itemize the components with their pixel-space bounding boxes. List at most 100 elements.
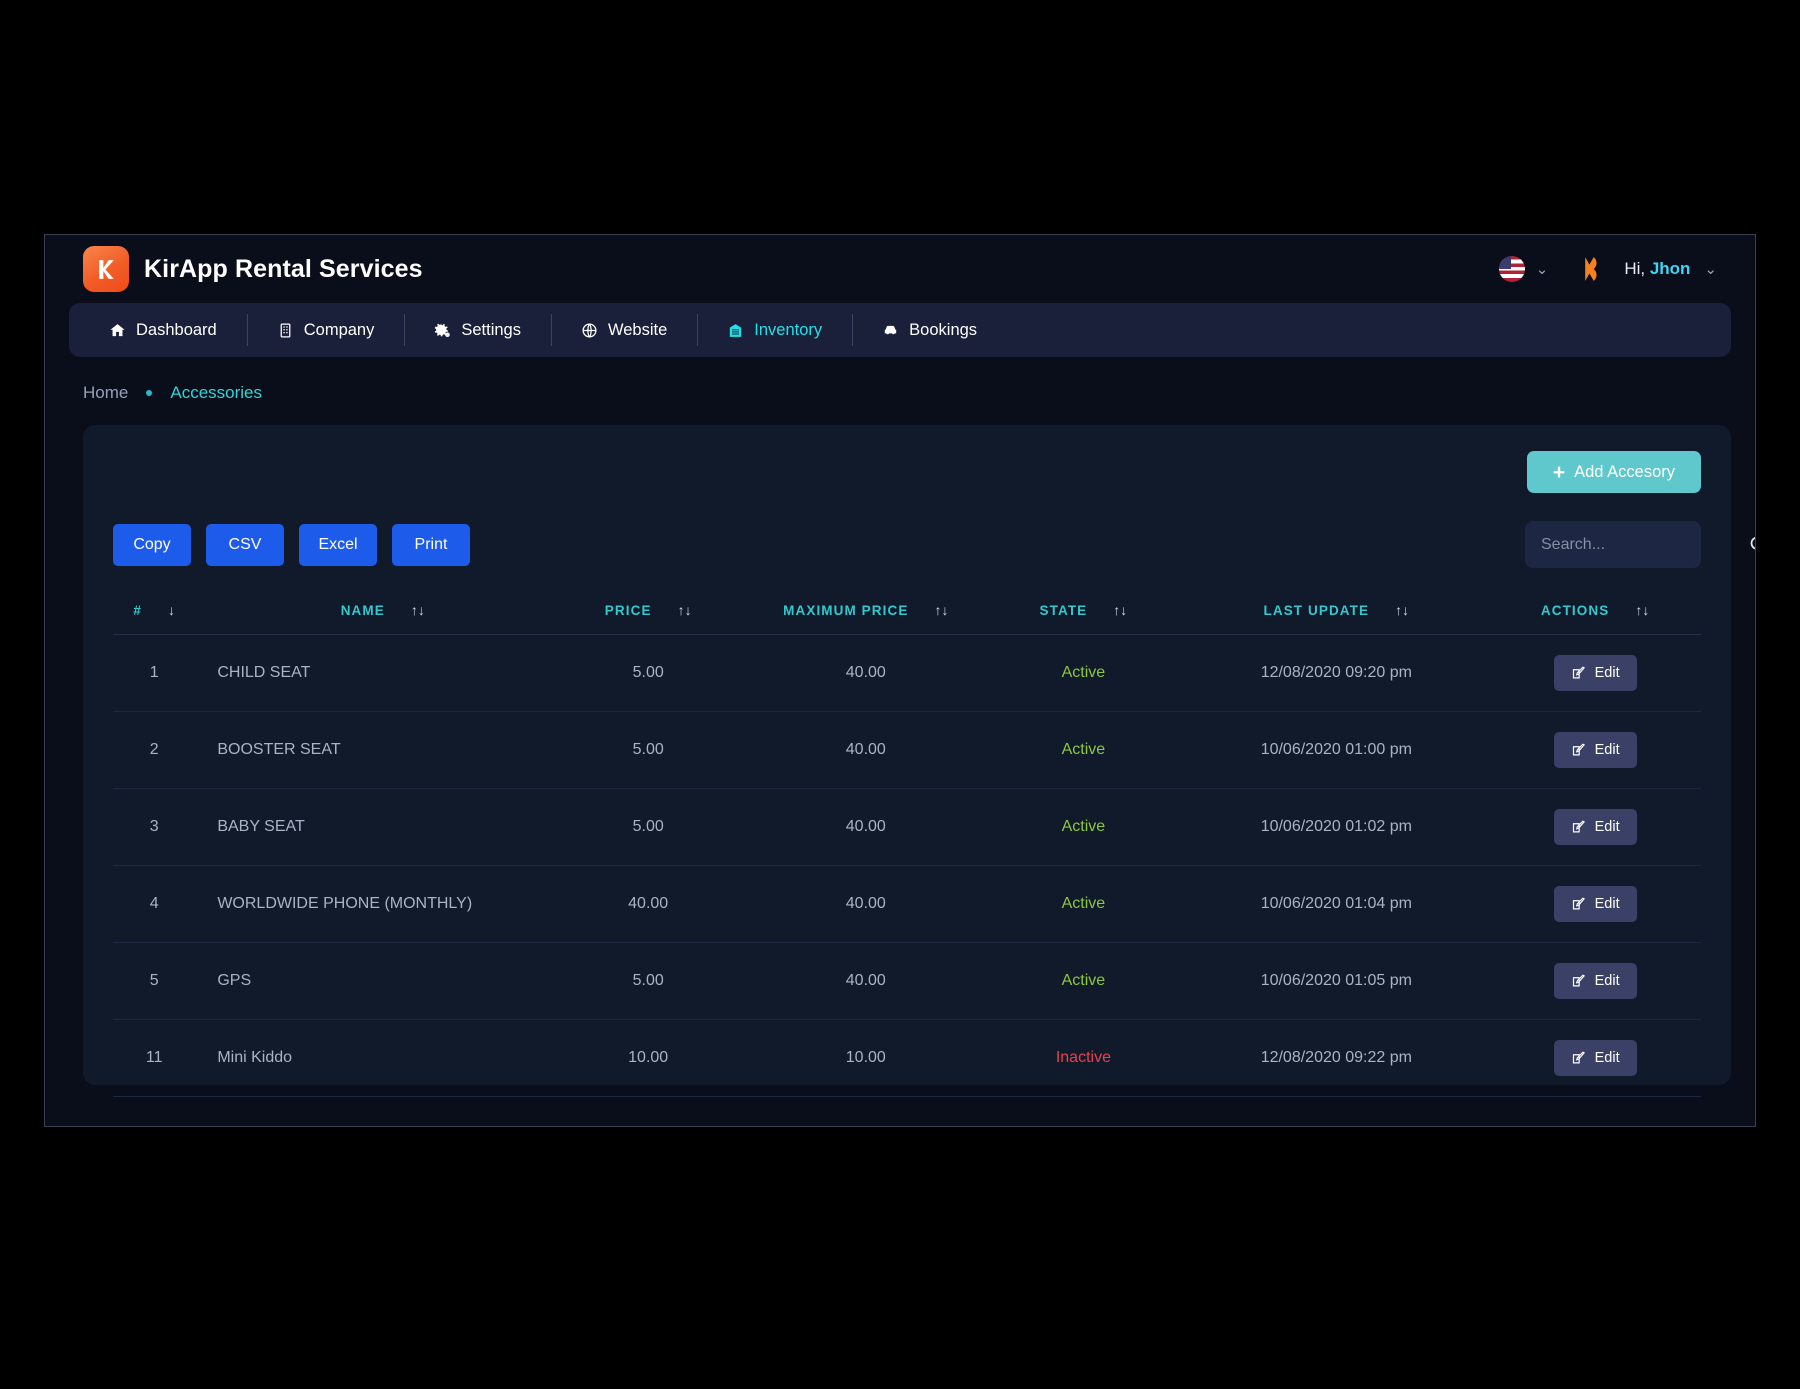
nav-label: Website: [607, 320, 668, 339]
column-header-price[interactable]: PRICE ↑↓: [548, 590, 749, 635]
edit-button[interactable]: Edit: [1553, 655, 1637, 691]
cell-name: WORLDWIDE PHONE (MONTHLY): [195, 865, 549, 943]
excel-button[interactable]: Excel: [299, 523, 377, 566]
cell-actions: Edit: [1489, 942, 1701, 1020]
cell-state: Active: [983, 788, 1184, 866]
user-menu[interactable]: Hi, Jhon ⌄: [1574, 251, 1717, 287]
user-name: Jhon: [1649, 259, 1691, 278]
status-badge: Active: [1061, 895, 1106, 912]
brand[interactable]: KirApp Rental Services: [83, 246, 423, 292]
nav-label: Company: [303, 320, 375, 339]
cell-actions: Edit: [1489, 711, 1701, 789]
brand-title: KirApp Rental Services: [144, 254, 423, 283]
cell-state: Active: [983, 634, 1184, 712]
nav-item-website[interactable]: Website: [550, 303, 697, 357]
cell-price: 5.00: [548, 788, 749, 866]
k-avatar-icon: [1574, 251, 1610, 287]
status-badge: Active: [1061, 818, 1106, 835]
edit-pencil-icon: [1572, 1051, 1585, 1063]
k-logo-icon: [83, 246, 129, 292]
edit-pencil-icon: [1572, 743, 1585, 755]
building-icon: [280, 322, 291, 338]
cell-price: 5.00: [548, 711, 749, 789]
add-accessory-button[interactable]: + Add Accesory: [1526, 451, 1701, 493]
nav-item-company[interactable]: Company: [246, 303, 405, 357]
cell-last-update: 10/06/2020 01:04 pm: [1183, 865, 1490, 943]
edit-button[interactable]: Edit: [1553, 732, 1637, 768]
cell-maximum-price: 40.00: [748, 711, 984, 789]
sort-icon[interactable]: ↑↓: [678, 602, 692, 618]
accessories-table: # ↓ NAME ↑↓ PRICE ↑↓ MAXIMUM PRICE ↑↓ STATE ↑…: [113, 590, 1701, 1097]
cell-maximum-price: 40.00: [748, 788, 984, 866]
cell-price: 5.00: [548, 634, 749, 712]
sort-icon[interactable]: ↑↓: [1113, 602, 1127, 618]
column-header-state[interactable]: STATE ↑↓: [983, 590, 1184, 635]
table-header-row: # ↓ NAME ↑↓ PRICE ↑↓ MAXIMUM PRICE ↑↓ STATE ↑…: [113, 590, 1701, 635]
breadcrumb-separator-dot: [146, 390, 153, 396]
edit-label: Edit: [1594, 742, 1620, 758]
table-row: 11 Mini Kiddo 10.00 10.00 Inactive 12/08/2020…: [113, 1019, 1701, 1097]
header-label: ACTIONS: [1540, 602, 1610, 618]
edit-label: Edit: [1594, 1050, 1620, 1066]
cell-index: 11: [113, 1019, 196, 1097]
cell-name: CHILD SEAT: [195, 634, 549, 712]
sort-icon[interactable]: ↑↓: [934, 602, 948, 618]
column-header-name[interactable]: NAME ↑↓: [195, 590, 549, 635]
main-nav: Dashboard Company Settings Website Inven…: [69, 303, 1731, 357]
globe-icon: [582, 322, 597, 338]
copy-button[interactable]: Copy: [113, 523, 191, 566]
edit-button[interactable]: Edit: [1553, 1040, 1637, 1076]
nav-label: Bookings: [909, 320, 978, 339]
sort-icon[interactable]: ↑↓: [1635, 602, 1649, 618]
nav-item-bookings[interactable]: Bookings: [852, 303, 1007, 357]
app-window: KirApp Rental Services ⌄ Hi, Jhon ⌄ Dash…: [44, 234, 1756, 1127]
us-flag-icon: [1498, 256, 1525, 282]
edit-pencil-icon: [1572, 974, 1585, 986]
cell-maximum-price: 10.00: [748, 1019, 984, 1097]
column-header-maximum-price[interactable]: MAXIMUM PRICE ↑↓: [748, 590, 984, 635]
language-selector[interactable]: ⌄: [1498, 256, 1548, 282]
search-box[interactable]: [1525, 521, 1755, 568]
header-label: #: [133, 602, 142, 618]
edit-button[interactable]: Edit: [1553, 809, 1637, 845]
cell-last-update: 10/06/2020 01:02 pm: [1183, 788, 1490, 866]
cell-state: Active: [983, 942, 1184, 1020]
cell-price: 10.00: [548, 1019, 749, 1097]
gears-icon: [435, 322, 451, 337]
nav-item-settings[interactable]: Settings: [404, 303, 551, 357]
table-row: 2 BOOSTER SEAT 5.00 40.00 Active 10/06/2020 0…: [113, 711, 1701, 789]
greet-prefix: Hi,: [1624, 259, 1650, 278]
nav-item-inventory[interactable]: Inventory: [697, 303, 852, 357]
sort-icon[interactable]: ↑↓: [1395, 602, 1409, 618]
table-row: 5 GPS 5.00 40.00 Active 10/06/2020 01:05 pm Ed…: [113, 942, 1701, 1020]
cell-state: Inactive: [983, 1019, 1184, 1097]
cell-index: 3: [113, 788, 196, 866]
plus-icon: +: [1552, 460, 1566, 484]
cell-maximum-price: 40.00: [748, 865, 984, 943]
column-header-index[interactable]: # ↓: [113, 590, 196, 635]
cell-actions: Edit: [1489, 1019, 1701, 1097]
breadcrumb-home[interactable]: Home: [83, 383, 128, 403]
cell-maximum-price: 40.00: [748, 942, 984, 1020]
edit-label: Edit: [1594, 819, 1620, 835]
column-header-actions[interactable]: ACTIONS ↑↓: [1489, 590, 1701, 635]
cell-last-update: 12/08/2020 09:20 pm: [1183, 634, 1490, 712]
cell-last-update: 12/08/2020 09:22 pm: [1183, 1019, 1490, 1097]
breadcrumb-current[interactable]: Accessories: [170, 383, 262, 403]
edit-pencil-icon: [1572, 820, 1585, 832]
status-badge: Active: [1061, 972, 1106, 989]
search-input[interactable]: [1541, 535, 1748, 554]
status-badge: Active: [1061, 741, 1106, 758]
search-icon[interactable]: [1748, 534, 1756, 555]
app-header: KirApp Rental Services ⌄ Hi, Jhon ⌄: [45, 235, 1755, 303]
column-header-last-update[interactable]: LAST UPDATE ↑↓: [1183, 590, 1490, 635]
nav-item-dashboard[interactable]: Dashboard: [79, 303, 247, 357]
edit-button[interactable]: Edit: [1553, 963, 1637, 999]
csv-button[interactable]: CSV: [206, 523, 284, 566]
sort-icon[interactable]: ↓: [168, 602, 175, 618]
print-button[interactable]: Print: [392, 523, 470, 566]
cell-index: 2: [113, 711, 196, 789]
table-row: 4 WORLDWIDE PHONE (MONTHLY) 40.00 40.00 Acti…: [113, 865, 1701, 943]
sort-icon[interactable]: ↑↓: [411, 602, 425, 618]
edit-button[interactable]: Edit: [1553, 886, 1637, 922]
